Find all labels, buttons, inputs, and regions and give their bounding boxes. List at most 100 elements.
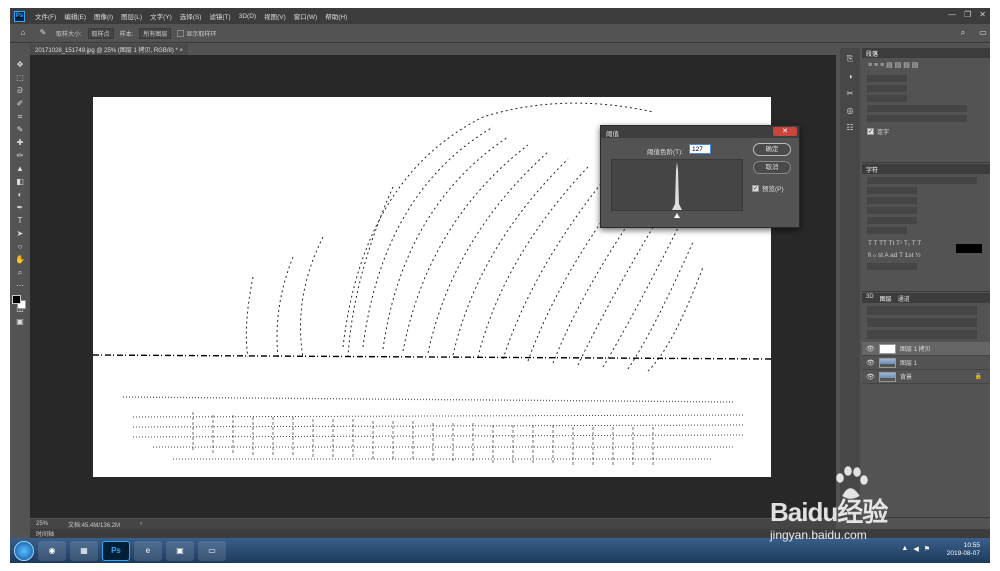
pen-tool-icon[interactable]: ✒ — [13, 202, 27, 214]
menu-layer[interactable]: 图层(L) — [117, 11, 146, 21]
app-taskbar-icon[interactable]: ▣ — [166, 540, 194, 561]
visibility-eye-icon[interactable]: 👁 — [866, 359, 875, 367]
close-icon[interactable]: ✕ — [979, 10, 986, 19]
composer-field[interactable] — [867, 115, 967, 122]
language-field[interactable] — [867, 263, 917, 270]
menu-view[interactable]: 视图(V) — [260, 11, 290, 21]
crop-tool-icon[interactable]: ⌗ — [13, 111, 27, 123]
foreground-color-swatch[interactable] — [12, 295, 21, 304]
photoshop-taskbar-icon[interactable]: Ps — [102, 540, 130, 561]
layer-name[interactable]: 背景 — [900, 372, 912, 381]
document-tab[interactable]: 20171028_151749.jpg @ 25% (图层 1 拷贝, RGB/… — [30, 44, 189, 55]
menu-type[interactable]: 文字(Y) — [146, 11, 176, 21]
path-select-tool-icon[interactable]: ➤ — [13, 228, 27, 240]
healing-tool-icon[interactable]: ✚ — [13, 137, 27, 149]
brush-tool-icon[interactable]: ✏ — [13, 150, 27, 162]
sample-select[interactable]: 所有图层 — [139, 27, 172, 39]
quick-select-tool-icon[interactable]: ✐ — [13, 98, 27, 110]
hyphenate-checkbox[interactable]: ✓ — [867, 128, 874, 135]
tab-paragraph[interactable]: 段落 — [866, 49, 878, 58]
menu-file[interactable]: 文件(F) — [31, 11, 60, 21]
visibility-eye-icon[interactable]: 👁 — [866, 345, 875, 353]
justification-field[interactable] — [867, 105, 967, 112]
gradient-tool-icon[interactable]: ◐ — [13, 189, 27, 201]
lock-fill-row[interactable] — [867, 330, 977, 339]
dialog-close-button[interactable]: ✕ — [773, 127, 797, 136]
status-menu-icon[interactable]: › — [140, 521, 142, 527]
color-swatches[interactable] — [12, 295, 28, 309]
workspace-icon[interactable]: ▭ — [976, 27, 990, 39]
marquee-tool-icon[interactable]: ⬚ — [13, 72, 27, 84]
tab-channels[interactable]: 通道 — [898, 294, 910, 303]
align-buttons[interactable]: ≡ ≡ ≡ ▤ ▤ ▤ ▤ — [862, 58, 990, 72]
layer-row[interactable]: 👁 图层 1 拷贝 — [862, 342, 990, 356]
eyedropper-icon[interactable]: ✎ — [36, 27, 50, 39]
layer-row[interactable]: 👁 图层 1 — [862, 356, 990, 370]
layer-name[interactable]: 图层 1 — [900, 358, 917, 367]
layer-filter-field[interactable] — [867, 306, 977, 315]
layer-name[interactable]: 图层 1 拷贝 — [900, 344, 931, 353]
start-button[interactable] — [14, 540, 34, 561]
preview-option[interactable]: ✓ 预览(P) — [752, 183, 784, 193]
stamp-tool-icon[interactable]: ▲ — [13, 163, 27, 175]
tab-3d[interactable]: 3D — [866, 294, 874, 302]
baseline-shift-field[interactable] — [867, 227, 907, 234]
menu-filter[interactable]: 滤镜(T) — [205, 11, 234, 21]
photoshop-logo-icon[interactable]: Ps — [14, 10, 25, 22]
ok-button[interactable]: 确定 — [753, 143, 791, 156]
blend-mode-field[interactable] — [867, 318, 977, 327]
ie-taskbar-icon[interactable]: e — [134, 540, 162, 561]
font-family-field[interactable] — [867, 177, 977, 184]
search-icon[interactable]: ⌕ — [956, 27, 970, 39]
threshold-level-input[interactable]: 127 — [689, 144, 711, 154]
visibility-eye-icon[interactable]: 👁 — [866, 373, 875, 381]
zoom-tool-icon[interactable]: ⌕ — [13, 267, 27, 279]
eyedropper-tool-icon[interactable]: ✎ — [13, 124, 27, 136]
type-tool-icon[interactable]: T — [13, 215, 27, 227]
chrome-taskbar-icon[interactable]: ◉ — [38, 540, 66, 561]
screen-mode-icon[interactable]: ▣ — [13, 316, 27, 328]
menu-edit[interactable]: 编辑(E) — [60, 11, 90, 21]
threshold-slider[interactable] — [674, 213, 680, 218]
preview-checkbox[interactable]: ✓ — [752, 184, 759, 192]
cancel-button[interactable]: 取消 — [753, 161, 791, 174]
hand-tool-icon[interactable]: ✋ — [13, 254, 27, 266]
explorer-taskbar-icon[interactable]: ▭ — [198, 540, 226, 561]
indent-left-field[interactable] — [867, 75, 907, 82]
show-ring-checkbox[interactable] — [177, 30, 185, 38]
vertical-scale-field[interactable] — [867, 217, 917, 224]
lasso-tool-icon[interactable]: ᘐ — [13, 85, 27, 97]
tools-presets-icon[interactable]: ✂ — [847, 89, 854, 98]
space-before-field[interactable] — [867, 95, 907, 102]
tab-layers[interactable]: 图层 — [880, 294, 892, 303]
sample-size-select[interactable]: 取样点 — [87, 27, 114, 39]
move-tool-icon[interactable]: ✥ — [13, 59, 27, 71]
show-ring-option[interactable]: 显示取样环 — [177, 29, 216, 38]
home-icon[interactable]: ⌂ — [16, 27, 30, 39]
tsume-field[interactable] — [867, 207, 917, 214]
hyphenate-option[interactable]: ✓ 连字 — [862, 125, 990, 138]
eraser-tool-icon[interactable]: ◧ — [13, 176, 27, 188]
libraries-icon[interactable]: ◎ — [847, 106, 854, 115]
menu-select[interactable]: 选择(S) — [176, 11, 206, 21]
edit-toolbar-icon[interactable]: ⋯ — [13, 280, 27, 292]
indent-first-field[interactable] — [867, 85, 907, 92]
restore-icon[interactable]: ❐ — [964, 10, 971, 19]
shape-tool-icon[interactable]: ○ — [13, 241, 27, 253]
dialog-title[interactable]: 阈值 — [601, 126, 799, 138]
font-size-field[interactable] — [867, 187, 917, 194]
menu-help[interactable]: 帮助(H) — [321, 11, 351, 21]
tab-character[interactable]: 字符 — [866, 165, 878, 174]
minecraft-taskbar-icon[interactable]: ▦ — [70, 540, 98, 561]
kerning-field[interactable] — [867, 197, 917, 204]
text-color-swatch[interactable] — [956, 244, 982, 253]
properties-icon[interactable]: ☷ — [846, 123, 853, 132]
canvas-area[interactable]: 阈值 ✕ 阈值色阶(T): 127 确定 取消 ✓ 预览(P) — [30, 55, 836, 518]
menu-window[interactable]: 窗口(W) — [290, 11, 321, 21]
menu-3d[interactable]: 3D(D) — [235, 13, 260, 20]
minimize-icon[interactable]: — — [948, 10, 956, 19]
layer-row[interactable]: 👁 背景 🔒 — [862, 370, 990, 384]
zoom-level[interactable]: 25% — [36, 521, 48, 527]
history-icon[interactable]: ⎘ — [847, 54, 853, 64]
menu-image[interactable]: 图像(I) — [90, 11, 117, 21]
